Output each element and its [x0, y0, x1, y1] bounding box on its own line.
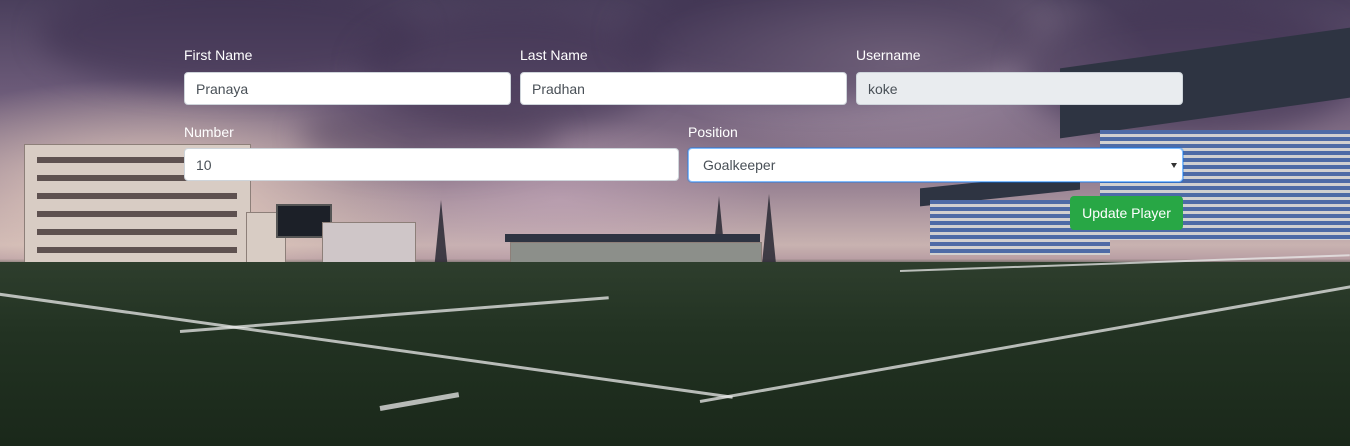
position-label: Position [688, 124, 738, 140]
first-name-input[interactable] [184, 72, 511, 105]
number-input[interactable] [184, 148, 679, 181]
page-scrollbar-track[interactable] [1350, 0, 1365, 446]
position-select[interactable]: Goalkeeper [688, 148, 1183, 182]
last-name-label: Last Name [520, 47, 588, 63]
username-input [856, 72, 1183, 105]
update-player-button[interactable]: Update Player [1070, 196, 1183, 230]
last-name-input[interactable] [520, 72, 847, 105]
number-label: Number [184, 124, 234, 140]
position-selected-value: Goalkeeper [703, 157, 776, 173]
chevron-down-icon [1171, 163, 1177, 168]
first-name-label: First Name [184, 47, 253, 63]
username-label: Username [856, 47, 921, 63]
